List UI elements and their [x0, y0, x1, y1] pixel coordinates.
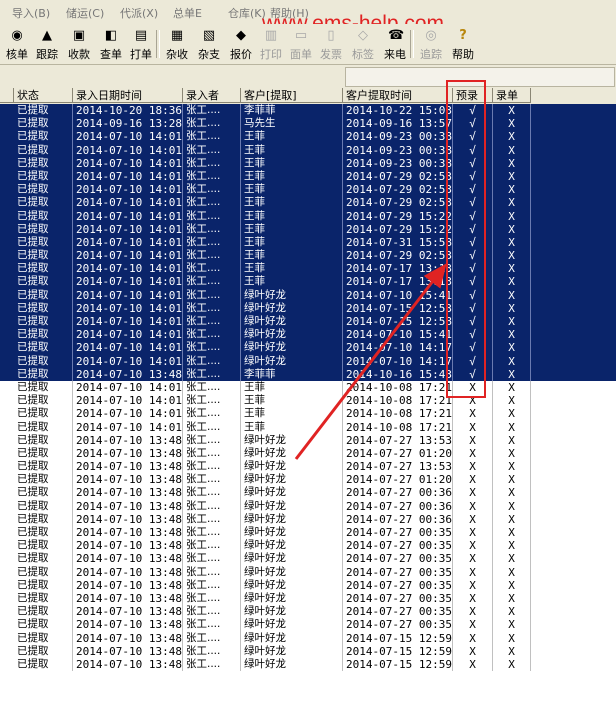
arrow-line: [294, 263, 447, 460]
annotation-arrow: [294, 263, 447, 460]
